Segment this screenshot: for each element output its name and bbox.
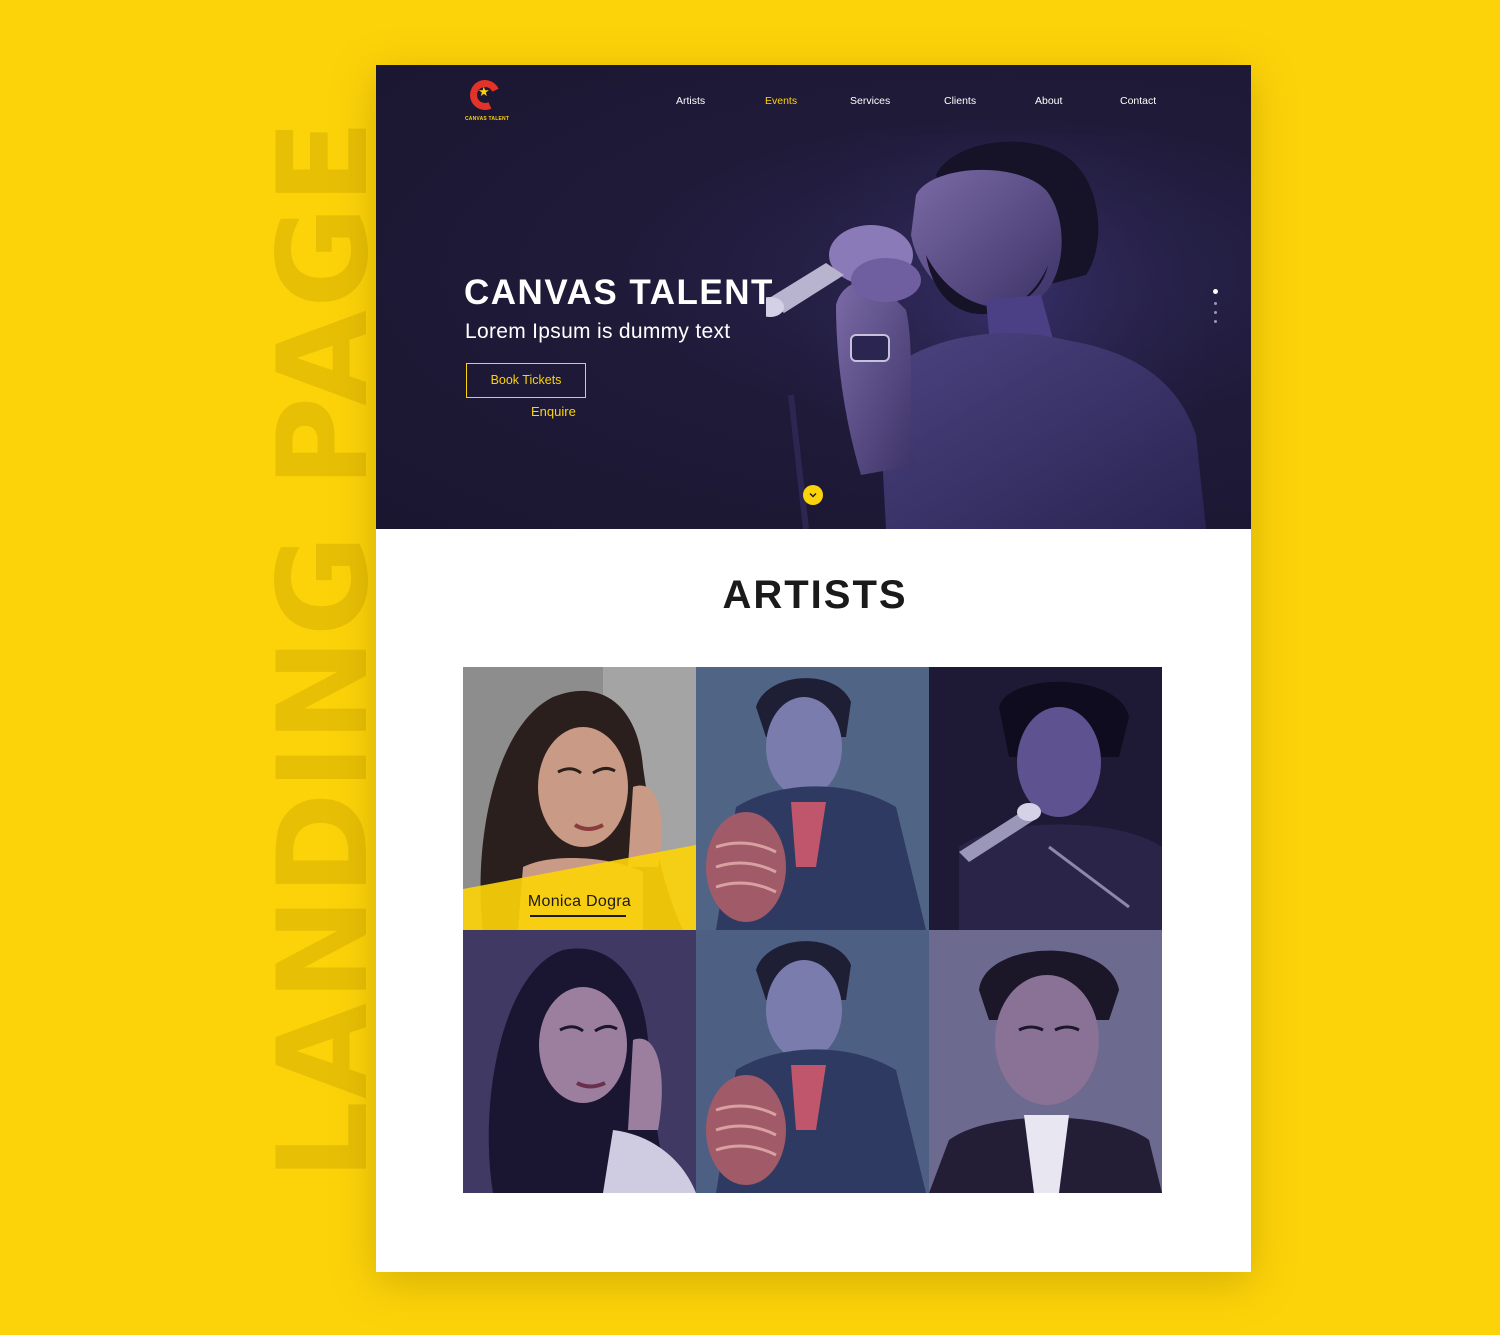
artist-photo xyxy=(929,667,1162,930)
artist-photo xyxy=(929,930,1162,1193)
canvas-talent-logo[interactable]: ★ CANVAS TALENT xyxy=(465,75,510,124)
hero-title: CANVAS TALENT xyxy=(464,273,774,312)
nav-about[interactable]: About xyxy=(1035,95,1062,107)
book-tickets-button[interactable]: Book Tickets xyxy=(466,363,586,398)
artist-tile[interactable] xyxy=(463,930,696,1193)
hero-subtitle: Lorem Ipsum is dummy text xyxy=(465,320,731,343)
landing-page-mockup: ★ CANVAS TALENT Artists Events Services … xyxy=(376,65,1251,1272)
artist-name: Monica Dogra xyxy=(527,893,632,910)
artist-tile-monica-dogra[interactable]: Monica Dogra xyxy=(463,667,696,930)
singer-photo xyxy=(766,135,1206,529)
caption-band xyxy=(463,845,696,930)
enquire-link[interactable]: Enquire xyxy=(531,404,576,419)
artist-photo xyxy=(696,667,929,930)
artist-tile[interactable] xyxy=(696,930,929,1193)
nav-services[interactable]: Services xyxy=(850,95,890,107)
nav-artists[interactable]: Artists xyxy=(676,95,705,107)
artist-tile[interactable] xyxy=(696,667,929,930)
slider-dot-active[interactable] xyxy=(1213,289,1218,294)
artist-tile[interactable] xyxy=(929,930,1162,1193)
nav-contact[interactable]: Contact xyxy=(1120,95,1156,107)
slider-dot[interactable] xyxy=(1214,320,1217,323)
side-title: LANDING PAGE xyxy=(252,117,396,1181)
main-nav: Artists Events Services Clients About Co… xyxy=(676,95,1156,109)
hero-section: ★ CANVAS TALENT Artists Events Services … xyxy=(376,65,1251,529)
artists-grid: Monica Dogra xyxy=(463,667,1162,1193)
artists-heading: ARTISTS xyxy=(722,573,908,617)
caption-underline xyxy=(530,915,626,917)
logo-text: CANVAS TALENT xyxy=(465,116,510,122)
chevron-down-icon[interactable] xyxy=(803,485,823,505)
slider-dot[interactable] xyxy=(1214,302,1217,305)
artist-photo xyxy=(696,930,929,1193)
nav-events[interactable]: Events xyxy=(765,95,797,107)
star-icon: ★ xyxy=(478,84,490,99)
nav-clients[interactable]: Clients xyxy=(944,95,976,107)
slider-pagination xyxy=(1213,289,1219,329)
artist-photo xyxy=(463,930,696,1193)
artist-tile[interactable] xyxy=(929,667,1162,930)
slider-dot[interactable] xyxy=(1214,311,1217,314)
